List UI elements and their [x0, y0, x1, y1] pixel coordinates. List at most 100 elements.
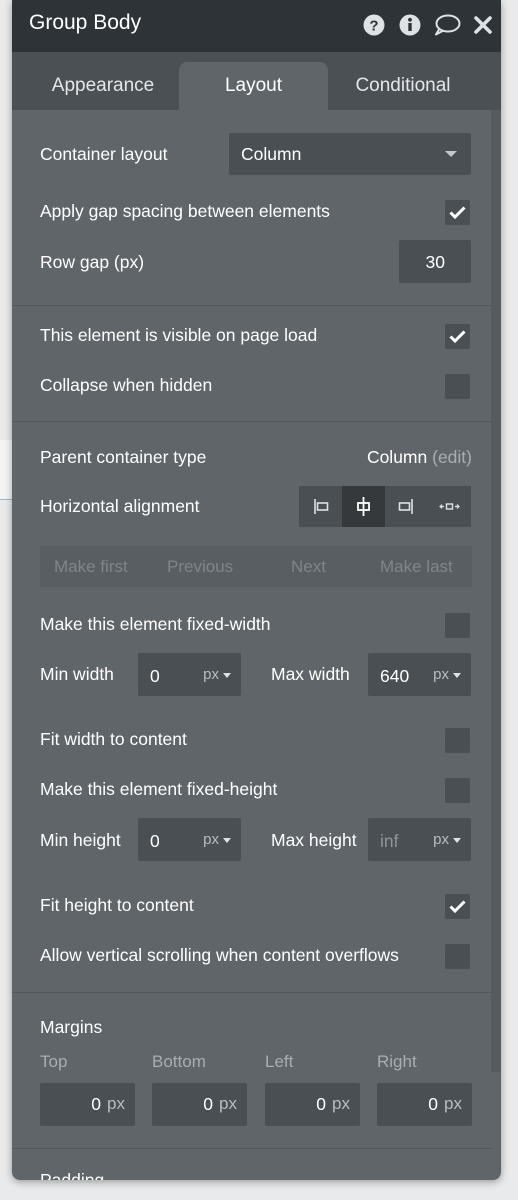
margin-right-value: 0 [428, 1094, 438, 1114]
margin-right-label: Right [377, 1052, 417, 1071]
margin-left-input[interactable]: 0 px [265, 1083, 360, 1126]
tab-layout[interactable]: Layout [179, 62, 328, 110]
container-layout-label: Container layout [40, 144, 168, 164]
tab-appearance[interactable]: Appearance [28, 62, 178, 110]
checkmark-icon [449, 206, 466, 220]
align-center-button[interactable] [342, 486, 385, 527]
min-height-unit-dropdown[interactable]: px [203, 831, 231, 848]
close-icon[interactable] [471, 13, 495, 37]
align-left-icon [314, 499, 329, 514]
make-last-button[interactable]: Make last [380, 546, 453, 587]
margin-top-unit: px [107, 1094, 125, 1113]
checkmark-icon [449, 900, 466, 914]
row-gap-input[interactable]: 30 [399, 240, 471, 283]
align-center-icon [357, 497, 370, 516]
margin-top-label: Top [40, 1052, 68, 1071]
fixed-height-label: Make this element fixed-height [40, 779, 278, 799]
previous-button[interactable]: Previous [167, 546, 233, 587]
next-button[interactable]: Next [291, 546, 326, 587]
margin-bottom-unit: px [219, 1094, 237, 1113]
margins-title: Margins [40, 1017, 103, 1037]
fit-height-label: Fit height to content [40, 895, 194, 915]
unit-label: px [203, 831, 219, 848]
section-divider [12, 1148, 491, 1149]
align-right-icon [398, 499, 413, 514]
margin-bottom-value: 0 [203, 1094, 213, 1114]
question-icon[interactable]: ? [362, 13, 386, 37]
margin-left-value: 0 [316, 1094, 326, 1114]
align-stretch-icon [439, 503, 460, 510]
info-icon[interactable] [398, 13, 422, 37]
parent-type-edit-link[interactable]: (edit) [432, 447, 472, 467]
checkmark-icon [449, 330, 466, 344]
vertical-scroll-checkbox[interactable] [445, 944, 470, 969]
vertical-scroll-label: Allow vertical scrolling when content ov… [40, 945, 399, 965]
padding-title: Padding [40, 1170, 105, 1180]
visible-on-load-label: This element is visible on page load [40, 325, 318, 345]
unit-label: px [433, 666, 449, 683]
element-order-bar: Make first Previous Next Make last [40, 546, 472, 587]
row-gap-value: 30 [425, 252, 445, 272]
container-layout-dropdown[interactable]: Column [229, 133, 471, 175]
fixed-width-checkbox[interactable] [445, 613, 470, 638]
min-height-input[interactable]: 0 px [138, 818, 241, 861]
align-stretch-button[interactable] [428, 486, 471, 527]
margin-bottom-label: Bottom [152, 1052, 206, 1071]
max-height-unit-dropdown[interactable]: px [433, 831, 461, 848]
fit-height-checkbox[interactable] [445, 894, 470, 919]
visible-on-load-checkbox[interactable] [445, 324, 470, 349]
min-width-unit-dropdown[interactable]: px [203, 666, 231, 683]
min-width-input[interactable]: 0 px [138, 653, 241, 696]
max-width-label: Max width [271, 664, 350, 684]
caret-down-icon [453, 672, 461, 678]
fixed-height-checkbox[interactable] [445, 778, 470, 803]
align-right-button[interactable] [385, 486, 428, 527]
parent-container-type-value: Column (edit) [367, 447, 472, 468]
fit-width-label: Fit width to content [40, 729, 187, 749]
margin-left-label: Left [265, 1052, 294, 1071]
chevron-down-icon [445, 151, 457, 157]
gap-spacing-checkbox[interactable] [445, 200, 470, 225]
max-width-input[interactable]: 640 px [368, 653, 471, 696]
margin-bottom-input[interactable]: 0 px [152, 1083, 247, 1126]
svg-text:?: ? [369, 18, 378, 35]
unit-label: px [203, 666, 219, 683]
collapse-hidden-label: Collapse when hidden [40, 375, 213, 395]
min-height-value: 0 [150, 831, 160, 851]
max-height-placeholder: inf [380, 831, 399, 851]
section-divider [12, 421, 491, 422]
align-left-button[interactable] [299, 486, 342, 527]
collapse-hidden-checkbox[interactable] [445, 374, 470, 399]
tab-bar: Appearance Layout Conditional [12, 52, 501, 110]
row-gap-label: Row gap (px) [40, 252, 145, 272]
margin-top-input[interactable]: 0 px [40, 1083, 135, 1126]
canvas-background-strip [0, 440, 12, 500]
caret-down-icon [223, 837, 231, 843]
comment-icon[interactable] [433, 13, 461, 37]
caret-down-icon [453, 837, 461, 843]
unit-label: px [433, 831, 449, 848]
caret-down-icon [223, 672, 231, 678]
min-width-value: 0 [150, 666, 160, 686]
fit-width-checkbox[interactable] [445, 728, 470, 753]
horizontal-alignment-label: Horizontal alignment [40, 496, 200, 516]
max-height-input[interactable]: inf px [368, 818, 471, 861]
parent-container-type-label: Parent container type [40, 447, 207, 467]
min-width-label: Min width [40, 664, 114, 684]
margin-right-input[interactable]: 0 px [377, 1083, 472, 1126]
max-height-label: Max height [271, 830, 357, 850]
max-width-value: 640 [380, 666, 410, 686]
min-height-label: Min height [40, 830, 121, 850]
property-editor-panel: Group Body ? Appearance Layout Condition… [12, 0, 501, 1180]
section-divider [12, 305, 491, 306]
section-divider [12, 992, 491, 993]
make-first-button[interactable]: Make first [54, 546, 128, 587]
max-width-unit-dropdown[interactable]: px [433, 666, 461, 683]
container-layout-value: Column [241, 144, 302, 164]
fixed-width-label: Make this element fixed-width [40, 614, 271, 634]
panel-titlebar[interactable]: Group Body ? [12, 0, 501, 52]
gap-spacing-label: Apply gap spacing between elements [40, 201, 330, 221]
tab-conditional[interactable]: Conditional [328, 62, 478, 110]
panel-scrollbar[interactable] [491, 110, 501, 1072]
margin-right-unit: px [444, 1094, 462, 1113]
